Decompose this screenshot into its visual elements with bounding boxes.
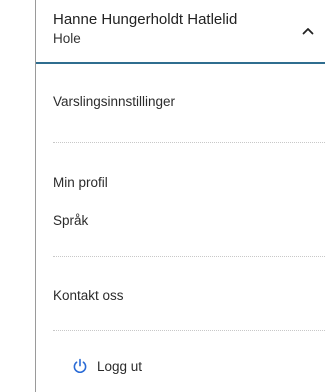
divider (53, 256, 325, 257)
chevron-up-icon[interactable] (299, 22, 317, 40)
divider (53, 142, 325, 143)
menu-item-my-profile[interactable]: Min profil (53, 175, 108, 190)
menu-item-language[interactable]: Språk (53, 213, 88, 228)
divider (53, 330, 325, 331)
menu-item-notification-settings[interactable]: Varslingsinnstillinger (53, 94, 175, 109)
user-location: Hole (53, 31, 81, 46)
menu-item-contact-us[interactable]: Kontakt oss (53, 288, 124, 303)
logout-button[interactable]: Logg ut (72, 358, 142, 374)
user-menu-panel: Hanne Hungerholdt Hatlelid Hole Varsling… (35, 0, 325, 392)
logout-label: Logg ut (97, 358, 143, 374)
user-name: Hanne Hungerholdt Hatlelid (53, 11, 238, 28)
power-icon (72, 358, 88, 374)
user-header[interactable]: Hanne Hungerholdt Hatlelid Hole (36, 0, 325, 64)
